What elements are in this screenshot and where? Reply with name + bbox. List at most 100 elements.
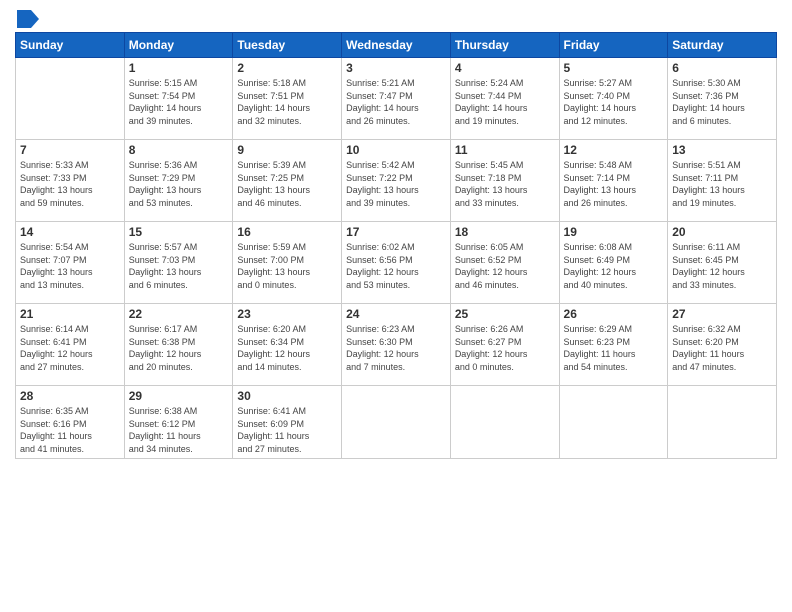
day-number: 27	[672, 307, 772, 321]
day-info: Sunrise: 5:33 AM Sunset: 7:33 PM Dayligh…	[20, 159, 120, 209]
calendar-cell: 29 Sunrise: 6:38 AM Sunset: 6:12 PM Dayli…	[124, 386, 233, 459]
calendar-cell: 8Sunrise: 5:36 AM Sunset: 7:29 PM Daylig…	[124, 140, 233, 222]
day-info: Sunrise: 5:18 AM Sunset: 7:51 PM Dayligh…	[237, 77, 337, 127]
calendar-cell: 6 Sunrise: 5:30 AM Sunset: 7:36 PM Daylig…	[668, 58, 777, 140]
calendar-cell: 19 Sunrise: 6:08 AM Sunset: 6:49 PM Dayli…	[559, 222, 668, 304]
calendar-cell: 28Sunrise: 6:35 AM Sunset: 6:16 PM Dayli…	[16, 386, 125, 459]
day-info: Sunrise: 5:48 AM Sunset: 7:14 PM Dayligh…	[564, 159, 664, 209]
calendar-cell: 13 Sunrise: 5:51 AM Sunset: 7:11 PM Dayli…	[668, 140, 777, 222]
day-info: Sunrise: 5:30 AM Sunset: 7:36 PM Dayligh…	[672, 77, 772, 127]
logo	[15, 10, 39, 24]
day-number: 22	[129, 307, 229, 321]
logo-arrow-icon	[17, 10, 39, 28]
calendar-cell: 9 Sunrise: 5:39 AM Sunset: 7:25 PM Daylig…	[233, 140, 342, 222]
calendar-cell: 21 Sunrise: 6:14 AM Sunset: 6:41 PM Dayli…	[16, 304, 125, 386]
day-number: 18	[455, 225, 555, 239]
day-number: 3	[346, 61, 446, 75]
calendar-week-row: 7 Sunrise: 5:33 AM Sunset: 7:33 PM Daylig…	[16, 140, 777, 222]
calendar-day-header: Saturday	[668, 33, 777, 58]
calendar-cell: 2 Sunrise: 5:18 AM Sunset: 7:51 PM Daylig…	[233, 58, 342, 140]
day-info: Sunrise: 5:24 AM Sunset: 7:44 PM Dayligh…	[455, 77, 555, 127]
day-number: 2	[237, 61, 337, 75]
day-info: Sunrise: 5:54 AM Sunset: 7:07 PM Dayligh…	[20, 241, 120, 291]
calendar-cell: 12 Sunrise: 5:48 AM Sunset: 7:14 PM Dayli…	[559, 140, 668, 222]
calendar-cell: 27 Sunrise: 6:32 AM Sunset: 6:20 PM Dayli…	[668, 304, 777, 386]
day-info: Sunrise: 6:32 AM Sunset: 6:20 PM Dayligh…	[672, 323, 772, 373]
day-number: 1	[129, 61, 229, 75]
calendar-week-row: 28Sunrise: 6:35 AM Sunset: 6:16 PM Dayli…	[16, 386, 777, 459]
calendar-day-header: Tuesday	[233, 33, 342, 58]
calendar-header-row: SundayMondayTuesdayWednesdayThursdayFrid…	[16, 33, 777, 58]
day-number: 26	[564, 307, 664, 321]
calendar-cell: 10 Sunrise: 5:42 AM Sunset: 7:22 PM Dayli…	[342, 140, 451, 222]
calendar-cell	[450, 386, 559, 459]
calendar-day-header: Wednesday	[342, 33, 451, 58]
day-info: Sunrise: 6:11 AM Sunset: 6:45 PM Dayligh…	[672, 241, 772, 291]
day-number: 4	[455, 61, 555, 75]
day-number: 21	[20, 307, 120, 321]
day-number: 11	[455, 143, 555, 157]
day-number: 19	[564, 225, 664, 239]
day-info: Sunrise: 5:59 AM Sunset: 7:00 PM Dayligh…	[237, 241, 337, 291]
calendar-cell	[16, 58, 125, 140]
day-info: Sunrise: 6:14 AM Sunset: 6:41 PM Dayligh…	[20, 323, 120, 373]
calendar-cell: 16 Sunrise: 5:59 AM Sunset: 7:00 PM Dayli…	[233, 222, 342, 304]
day-number: 9	[237, 143, 337, 157]
calendar-day-header: Thursday	[450, 33, 559, 58]
calendar-cell: 26 Sunrise: 6:29 AM Sunset: 6:23 PM Dayli…	[559, 304, 668, 386]
calendar-cell: 5 Sunrise: 5:27 AM Sunset: 7:40 PM Daylig…	[559, 58, 668, 140]
calendar-week-row: 1 Sunrise: 5:15 AM Sunset: 7:54 PM Daylig…	[16, 58, 777, 140]
day-number: 5	[564, 61, 664, 75]
calendar-cell: 23Sunrise: 6:20 AM Sunset: 6:34 PM Dayli…	[233, 304, 342, 386]
day-info: Sunrise: 5:39 AM Sunset: 7:25 PM Dayligh…	[237, 159, 337, 209]
page: SundayMondayTuesdayWednesdayThursdayFrid…	[0, 0, 792, 612]
day-info: Sunrise: 6:38 AM Sunset: 6:12 PM Dayligh…	[129, 405, 229, 455]
day-number: 24	[346, 307, 446, 321]
day-info: Sunrise: 6:05 AM Sunset: 6:52 PM Dayligh…	[455, 241, 555, 291]
day-number: 20	[672, 225, 772, 239]
day-info: Sunrise: 5:42 AM Sunset: 7:22 PM Dayligh…	[346, 159, 446, 209]
calendar-week-row: 14Sunrise: 5:54 AM Sunset: 7:07 PM Dayli…	[16, 222, 777, 304]
day-number: 6	[672, 61, 772, 75]
day-info: Sunrise: 5:36 AM Sunset: 7:29 PM Dayligh…	[129, 159, 229, 209]
calendar-cell	[342, 386, 451, 459]
day-info: Sunrise: 6:29 AM Sunset: 6:23 PM Dayligh…	[564, 323, 664, 373]
day-number: 7	[20, 143, 120, 157]
calendar-cell: 20 Sunrise: 6:11 AM Sunset: 6:45 PM Dayli…	[668, 222, 777, 304]
day-number: 10	[346, 143, 446, 157]
calendar-cell: 11 Sunrise: 5:45 AM Sunset: 7:18 PM Dayli…	[450, 140, 559, 222]
calendar-cell: 30 Sunrise: 6:41 AM Sunset: 6:09 PM Dayli…	[233, 386, 342, 459]
day-info: Sunrise: 6:26 AM Sunset: 6:27 PM Dayligh…	[455, 323, 555, 373]
calendar-week-row: 21 Sunrise: 6:14 AM Sunset: 6:41 PM Dayli…	[16, 304, 777, 386]
day-number: 25	[455, 307, 555, 321]
day-info: Sunrise: 6:08 AM Sunset: 6:49 PM Dayligh…	[564, 241, 664, 291]
day-number: 29	[129, 389, 229, 403]
day-info: Sunrise: 5:21 AM Sunset: 7:47 PM Dayligh…	[346, 77, 446, 127]
day-info: Sunrise: 5:45 AM Sunset: 7:18 PM Dayligh…	[455, 159, 555, 209]
calendar-cell	[559, 386, 668, 459]
day-number: 13	[672, 143, 772, 157]
day-number: 17	[346, 225, 446, 239]
day-info: Sunrise: 5:51 AM Sunset: 7:11 PM Dayligh…	[672, 159, 772, 209]
calendar-cell: 22 Sunrise: 6:17 AM Sunset: 6:38 PM Dayli…	[124, 304, 233, 386]
calendar-cell: 15 Sunrise: 5:57 AM Sunset: 7:03 PM Dayli…	[124, 222, 233, 304]
day-info: Sunrise: 6:41 AM Sunset: 6:09 PM Dayligh…	[237, 405, 337, 455]
day-number: 16	[237, 225, 337, 239]
calendar-cell: 4 Sunrise: 5:24 AM Sunset: 7:44 PM Daylig…	[450, 58, 559, 140]
day-number: 30	[237, 389, 337, 403]
day-info: Sunrise: 6:17 AM Sunset: 6:38 PM Dayligh…	[129, 323, 229, 373]
calendar-cell: 17 Sunrise: 6:02 AM Sunset: 6:56 PM Dayli…	[342, 222, 451, 304]
header	[15, 10, 777, 24]
calendar-cell: 24Sunrise: 6:23 AM Sunset: 6:30 PM Dayli…	[342, 304, 451, 386]
calendar-cell	[668, 386, 777, 459]
day-info: Sunrise: 5:15 AM Sunset: 7:54 PM Dayligh…	[129, 77, 229, 127]
day-info: Sunrise: 5:27 AM Sunset: 7:40 PM Dayligh…	[564, 77, 664, 127]
day-number: 12	[564, 143, 664, 157]
calendar-cell: 14Sunrise: 5:54 AM Sunset: 7:07 PM Dayli…	[16, 222, 125, 304]
day-number: 23	[237, 307, 337, 321]
calendar: SundayMondayTuesdayWednesdayThursdayFrid…	[15, 32, 777, 459]
day-number: 15	[129, 225, 229, 239]
day-info: Sunrise: 6:02 AM Sunset: 6:56 PM Dayligh…	[346, 241, 446, 291]
calendar-cell: 18 Sunrise: 6:05 AM Sunset: 6:52 PM Dayli…	[450, 222, 559, 304]
day-info: Sunrise: 5:57 AM Sunset: 7:03 PM Dayligh…	[129, 241, 229, 291]
